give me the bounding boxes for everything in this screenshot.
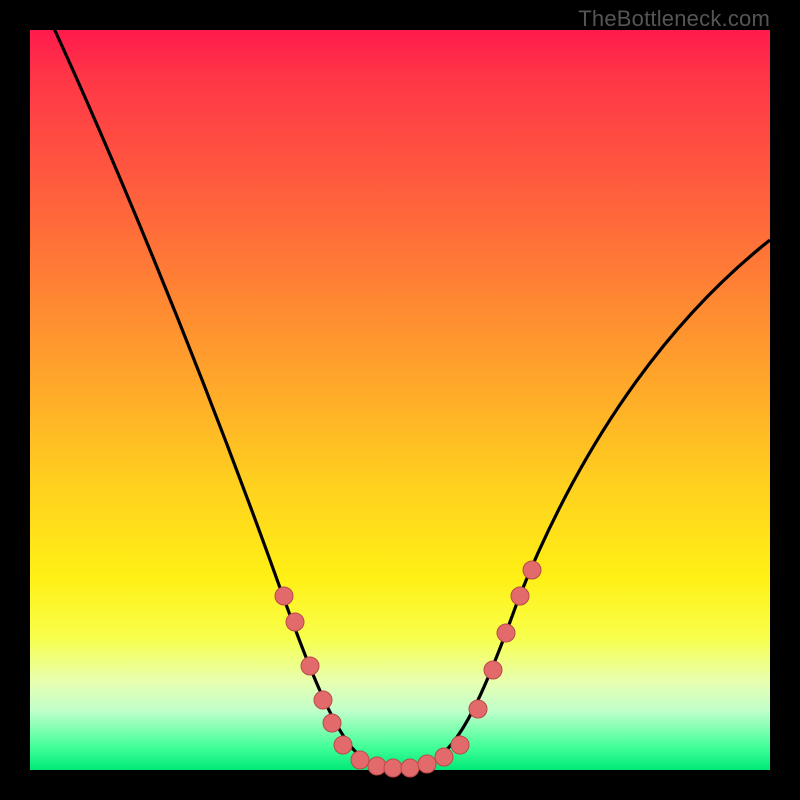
dot-bottom-3 [384, 759, 402, 777]
dot-bottom-2 [368, 757, 386, 775]
watermark-text: TheBottleneck.com [578, 6, 770, 32]
dot-bottom-5 [418, 755, 436, 773]
plot-area [30, 30, 770, 770]
dot-bottom-4 [401, 759, 419, 777]
dot-left-4 [314, 691, 332, 709]
dot-right-5 [511, 587, 529, 605]
dot-right-2 [469, 700, 487, 718]
marker-group [275, 561, 541, 777]
dot-right-4 [497, 624, 515, 642]
bottleneck-curve [52, 24, 770, 768]
dot-bottom-6 [435, 748, 453, 766]
curve-layer [30, 30, 770, 770]
chart-frame: TheBottleneck.com [0, 0, 800, 800]
dot-bottom-1 [351, 751, 369, 769]
dot-left-6 [334, 736, 352, 754]
dot-left-2 [286, 613, 304, 631]
dot-right-1 [451, 736, 469, 754]
dot-right-6 [523, 561, 541, 579]
dot-right-3 [484, 661, 502, 679]
dot-left-1 [275, 587, 293, 605]
dot-left-5 [323, 714, 341, 732]
dot-left-3 [301, 657, 319, 675]
